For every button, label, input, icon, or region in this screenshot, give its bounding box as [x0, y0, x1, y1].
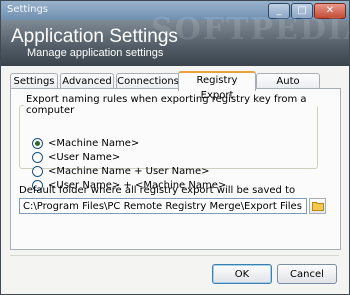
tab-settings[interactable]: Settings	[10, 73, 58, 89]
radio-button[interactable]	[32, 138, 43, 149]
browse-folder-button[interactable]	[309, 198, 326, 214]
header-banner: SOFTPEDIA Application Settings Manage ap…	[1, 12, 349, 66]
export-naming-group: Export naming rules when exporting regis…	[19, 94, 318, 191]
ok-button[interactable]: OK	[212, 264, 272, 284]
default-folder-label: Default folder where all registry export…	[19, 185, 296, 196]
option-machine-name[interactable]: <Machine Name>	[32, 138, 139, 149]
option-label: <Machine Name + User Name>	[48, 166, 210, 177]
cancel-button[interactable]: Cancel	[277, 264, 337, 284]
tab-registry-export[interactable]: Registry Export	[178, 71, 256, 101]
option-label: <User Name>	[48, 152, 121, 163]
option-user-name[interactable]: <User Name>	[32, 152, 120, 163]
registry-export-panel: Export naming rules when exporting regis…	[10, 88, 341, 250]
tab-auto-execute[interactable]: Auto Execute	[256, 73, 320, 102]
window-title: Settings	[7, 4, 49, 15]
settings-window: Settings _ □ ✕ SOFTPEDIA Application Set…	[0, 0, 350, 295]
folder-icon	[312, 202, 324, 211]
option-label: <Machine Name>	[48, 138, 140, 149]
tab-connections[interactable]: Connections	[116, 73, 180, 89]
export-naming-legend: Export naming rules when exporting regis…	[26, 94, 307, 116]
footer-divider	[10, 255, 339, 256]
tab-advanced[interactable]: Advanced	[60, 73, 114, 89]
watermark: SOFTPEDIA	[151, 12, 350, 47]
page-title: Application Settings	[11, 26, 178, 47]
export-folder-field[interactable]: C:\Program Files\PC Remote Registry Merg…	[19, 198, 307, 214]
radio-button[interactable]	[32, 152, 43, 163]
radio-button[interactable]	[32, 166, 43, 177]
page-subtitle: Manage application settings	[27, 47, 164, 59]
option-machine-plus-user[interactable]: <Machine Name + User Name>	[32, 166, 210, 177]
